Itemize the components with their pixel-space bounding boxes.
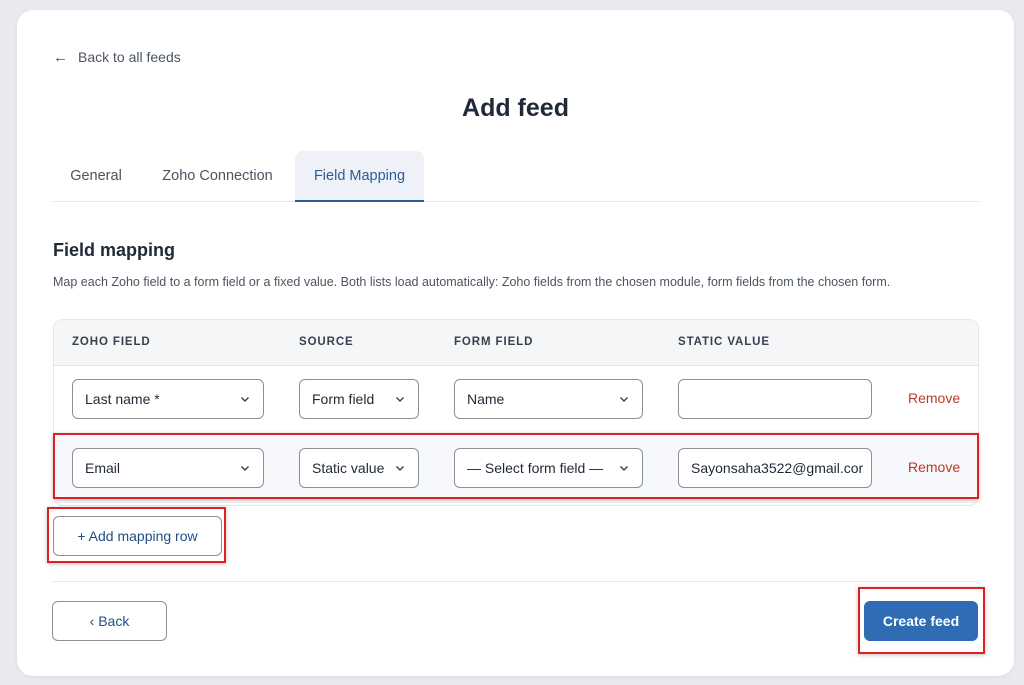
- source-value: Form field: [312, 391, 375, 407]
- page-title: Add feed: [462, 94, 569, 122]
- tab-general[interactable]: General: [52, 151, 140, 201]
- zoho-field-value: Email: [85, 460, 121, 476]
- add-feed-card: ← Back to all feeds Add feed General Zoh…: [17, 10, 1014, 676]
- back-button[interactable]: ‹ Back: [52, 601, 167, 641]
- form-field-select[interactable]: — Select form field —: [454, 448, 643, 488]
- form-field-select[interactable]: Name: [454, 379, 643, 419]
- static-value-input[interactable]: Sayonsaha3522@gmail.cor: [678, 448, 872, 488]
- section-title: Field mapping: [53, 240, 176, 260]
- tab-bar: General Zoho Connection Field Mapping: [52, 151, 979, 202]
- mapping-table: ZOHO FIELD SOURCE FORM FIELD STATIC VALU…: [53, 319, 979, 506]
- column-header-static-value: STATIC VALUE: [678, 336, 770, 348]
- form-field-value: Name: [467, 391, 505, 407]
- chevron-down-icon: [620, 397, 628, 402]
- form-field-value: — Select form field —: [467, 460, 604, 476]
- tab-zoho-connection[interactable]: Zoho Connection: [140, 151, 295, 201]
- zoho-field-select[interactable]: Email: [72, 448, 264, 488]
- source-select[interactable]: Form field: [299, 379, 419, 419]
- source-value: Static value: [312, 460, 385, 476]
- back-to-feeds-label: Back to all feeds: [78, 49, 181, 65]
- chevron-down-icon: [396, 466, 404, 471]
- column-header-form-field: FORM FIELD: [454, 336, 534, 348]
- add-mapping-row-button[interactable]: + Add mapping row: [53, 516, 222, 556]
- tab-field-mapping[interactable]: Field Mapping: [295, 151, 424, 202]
- back-to-feeds-link[interactable]: ← Back to all feeds: [53, 47, 181, 67]
- chevron-down-icon: [241, 397, 249, 402]
- create-feed-button[interactable]: Create feed: [864, 601, 978, 641]
- zoho-field-select[interactable]: Last name *: [72, 379, 264, 419]
- static-value-input[interactable]: [678, 379, 872, 419]
- table-row: Email Static value — Select form field —…: [54, 435, 978, 503]
- column-header-source: SOURCE: [299, 336, 354, 348]
- zoho-field-value: Last name *: [85, 391, 160, 407]
- footer-divider: [52, 581, 979, 582]
- table-header: ZOHO FIELD SOURCE FORM FIELD STATIC VALU…: [54, 320, 978, 366]
- column-header-zoho-field: ZOHO FIELD: [72, 336, 151, 348]
- arrow-left-icon: ←: [53, 48, 68, 66]
- remove-row-button[interactable]: Remove: [908, 390, 960, 406]
- section-description: Map each Zoho field to a form field or a…: [53, 275, 891, 289]
- chevron-down-icon: [241, 466, 249, 471]
- remove-row-button[interactable]: Remove: [908, 459, 960, 475]
- table-row: Last name * Form field Name Remove: [54, 366, 978, 434]
- chevron-down-icon: [620, 466, 628, 471]
- source-select[interactable]: Static value: [299, 448, 419, 488]
- chevron-down-icon: [396, 397, 404, 402]
